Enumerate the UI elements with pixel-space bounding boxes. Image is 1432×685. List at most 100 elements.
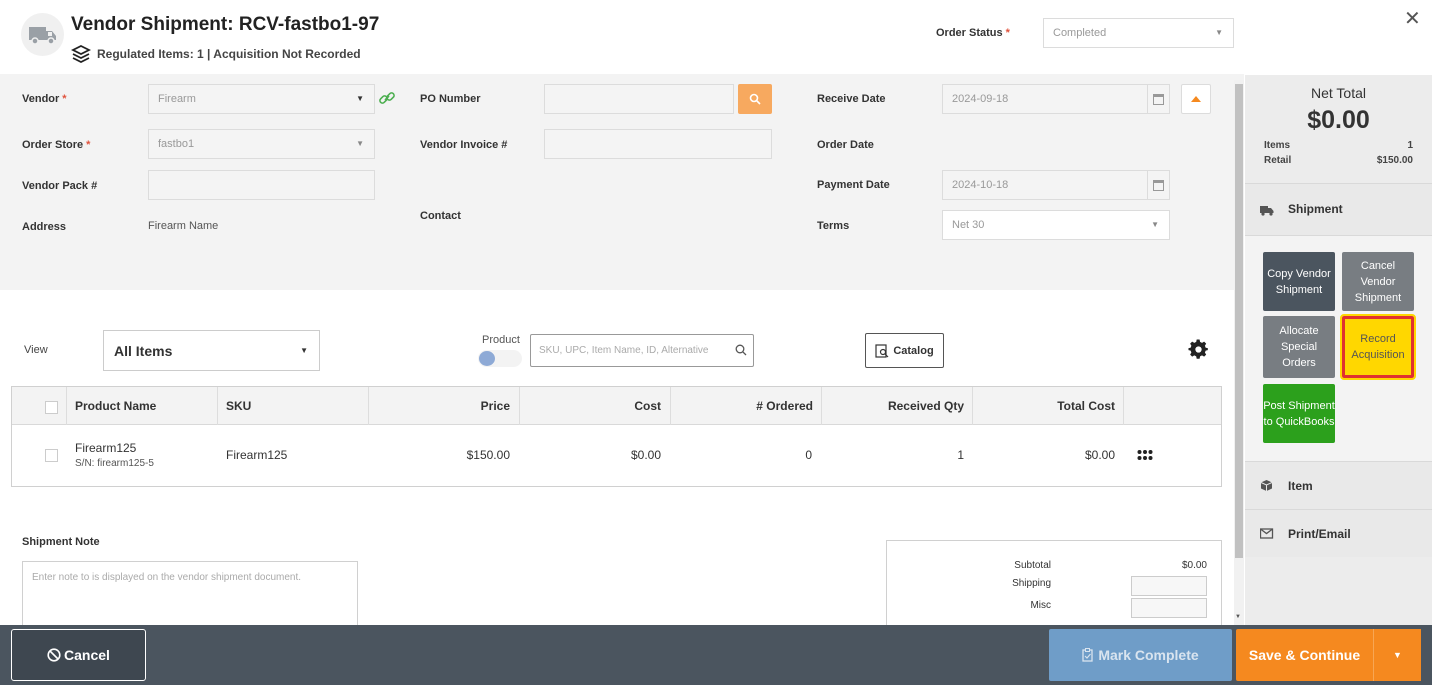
retail-label: Retail — [1264, 155, 1292, 166]
column-total-cost[interactable]: Total Cost — [972, 387, 1115, 425]
column-received-qty[interactable]: Received Qty — [821, 387, 964, 425]
po-search-button[interactable] — [738, 84, 772, 114]
shipment-note-label: Shipment Note — [22, 536, 100, 548]
receive-date-input[interactable]: 2024-09-18 — [942, 84, 1170, 114]
product-toggle-label: Product — [482, 334, 520, 346]
allocate-special-orders-button[interactable]: Allocate Special Orders — [1263, 316, 1335, 378]
record-acquisition-button[interactable]: Record Acquisition — [1340, 314, 1416, 380]
items-label: Items — [1264, 140, 1291, 151]
catalog-button[interactable]: Catalog — [865, 333, 944, 368]
cancel-label: Cancel — [64, 647, 110, 663]
toggle-knob — [479, 351, 495, 366]
search-icon — [735, 344, 747, 356]
calendar-icon[interactable] — [1147, 85, 1169, 113]
clipboard-check-icon — [1082, 648, 1093, 662]
gear-icon[interactable] — [1188, 339, 1209, 360]
view-label: View — [24, 344, 48, 356]
table-row[interactable]: Firearm125 S/N: firearm125-5 Firearm125 … — [12, 426, 1221, 486]
vendor-pack-input[interactable] — [148, 170, 375, 200]
terms-select[interactable]: Net 30 ▼ — [942, 210, 1170, 240]
row-serial-number: S/N: firearm125-5 — [75, 458, 154, 469]
save-options-dropdown[interactable]: ▼ — [1373, 629, 1421, 681]
net-total-value: $0.00 — [1307, 106, 1370, 134]
po-number-input[interactable] — [544, 84, 734, 114]
calendar-icon[interactable] — [1147, 171, 1169, 199]
ban-icon — [47, 648, 61, 662]
truck-avatar — [21, 13, 64, 56]
po-number-label: PO Number — [420, 93, 481, 105]
net-total-label: Net Total — [1311, 85, 1366, 101]
regulated-items-status: Regulated Items: 1 | Acquisition Not Rec… — [97, 47, 361, 61]
order-status-select[interactable]: Completed ▼ — [1043, 18, 1234, 48]
save-continue-button[interactable]: Save & Continue — [1236, 629, 1373, 681]
search-icon — [749, 93, 761, 105]
chevron-up-icon — [1191, 96, 1201, 102]
view-select-value: All Items — [114, 343, 173, 359]
order-store-label: Order Store * — [22, 139, 91, 151]
link-icon[interactable] — [378, 89, 396, 107]
product-toggle[interactable] — [478, 350, 522, 367]
column-price[interactable]: Price — [368, 387, 510, 425]
misc-label: Misc — [1030, 600, 1051, 611]
print-email-section-header[interactable]: Print/Email — [1245, 509, 1432, 557]
misc-input[interactable] — [1131, 598, 1207, 618]
shipping-input[interactable] — [1131, 576, 1207, 596]
vendor-invoice-input[interactable] — [544, 129, 772, 159]
view-select[interactable]: All Items ▼ — [103, 330, 320, 371]
post-to-quickbooks-button[interactable]: Post Shipment to QuickBooks — [1263, 384, 1335, 443]
column-cost[interactable]: Cost — [519, 387, 661, 425]
chevron-down-icon: ▼ — [300, 346, 308, 355]
layers-icon — [71, 44, 91, 64]
order-date-label: Order Date — [817, 139, 874, 151]
row-product-name: Firearm125 — [75, 441, 137, 455]
order-store-select[interactable]: fastbo1 ▼ — [148, 129, 375, 159]
row-price: $150.00 — [466, 448, 510, 462]
payment-date-input[interactable]: 2024-10-18 — [942, 170, 1170, 200]
item-section-label: Item — [1288, 479, 1313, 493]
shipping-label: Shipping — [1012, 578, 1051, 589]
catalog-label: Catalog — [893, 344, 934, 357]
payment-date-label: Payment Date — [817, 179, 890, 191]
order-status-label: Order Status * — [936, 27, 1010, 39]
search-placeholder: SKU, UPC, Item Name, ID, Alternative — [539, 345, 709, 356]
shipment-note-textarea[interactable]: Enter note to is displayed on the vendor… — [22, 561, 358, 631]
mark-complete-label: Mark Complete — [1098, 647, 1199, 663]
column-product-name[interactable]: Product Name — [75, 387, 156, 425]
contact-label: Contact — [420, 210, 461, 222]
vendor-select[interactable]: Firearm ▼ — [148, 84, 375, 114]
shipment-section-header[interactable]: Shipment — [1245, 183, 1432, 235]
mark-complete-button[interactable]: Mark Complete — [1049, 629, 1232, 681]
truck-icon — [28, 26, 56, 45]
subtotal-value: $0.00 — [1181, 560, 1207, 571]
page-title: Vendor Shipment: RCV-fastbo1-97 — [71, 14, 380, 35]
subtotal-label: Subtotal — [1014, 560, 1051, 571]
address-label: Address — [22, 221, 67, 233]
row-actions-icon[interactable] — [1137, 449, 1153, 461]
cancel-vendor-shipment-button[interactable]: Cancel Vendor Shipment — [1342, 252, 1414, 311]
truck-icon — [1260, 206, 1274, 216]
collapse-header-button[interactable] — [1181, 84, 1211, 114]
row-cost[interactable]: $0.00 — [519, 448, 661, 462]
vendor-invoice-label: Vendor Invoice # — [420, 139, 508, 151]
scrollbar-thumb[interactable] — [1235, 84, 1243, 558]
item-section-header[interactable]: Item — [1245, 461, 1432, 509]
box-icon — [1260, 480, 1273, 491]
note-placeholder: Enter note to is displayed on the vendor… — [32, 572, 302, 583]
terms-label: Terms — [817, 220, 850, 232]
receive-date-label: Receive Date — [817, 93, 886, 105]
copy-vendor-shipment-button[interactable]: Copy Vendor Shipment — [1263, 252, 1335, 311]
row-received-qty[interactable]: 1 — [821, 448, 964, 462]
vendor-label: Vendor * — [22, 93, 67, 105]
shipment-section-label: Shipment — [1288, 202, 1343, 216]
item-search-input[interactable]: SKU, UPC, Item Name, ID, Alternative — [530, 334, 754, 367]
column-sku[interactable]: SKU — [226, 387, 251, 425]
select-all-checkbox[interactable] — [45, 401, 58, 414]
row-checkbox[interactable] — [45, 449, 58, 462]
print-email-icon — [1260, 528, 1274, 539]
cancel-button[interactable]: Cancel — [11, 629, 146, 681]
totals-box: Subtotal $0.00 Shipping Misc — [886, 540, 1222, 630]
row-ordered: 0 — [805, 448, 812, 462]
close-icon[interactable]: ✕ — [1404, 6, 1421, 31]
column-ordered[interactable]: # Ordered — [670, 387, 813, 425]
scroll-down-arrow[interactable]: ▼ — [1235, 614, 1241, 620]
